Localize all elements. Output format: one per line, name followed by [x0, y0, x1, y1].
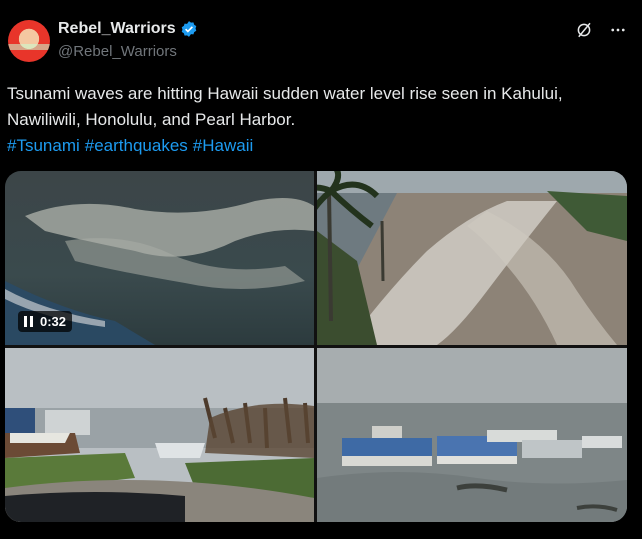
display-name[interactable]: Rebel_Warriors — [58, 20, 176, 38]
verified-badge-icon — [181, 21, 196, 37]
avatar[interactable] — [8, 20, 50, 62]
hashtag-list: #Tsunami #earthquakes #Hawaii — [7, 133, 627, 159]
photo-damaged-harbor[interactable] — [5, 348, 314, 522]
author-name-row: Rebel_Warriors — [58, 20, 198, 38]
tweet-text: Tsunami waves are hitting Hawaii sudden … — [7, 84, 563, 129]
hashtag-link[interactable]: #Hawaii — [193, 136, 253, 155]
more-icon[interactable] — [608, 20, 628, 40]
video-time: 0:32 — [40, 314, 67, 329]
author-handle[interactable]: @Rebel_Warriors — [58, 43, 177, 60]
hashtag-link[interactable]: #earthquakes — [85, 136, 188, 155]
photo-flooded-buildings[interactable] — [317, 348, 627, 522]
photo-flooded-road[interactable] — [317, 171, 627, 345]
video-thumbnail[interactable]: 0:32 — [5, 171, 314, 345]
video-progress-badge[interactable]: 0:32 — [18, 311, 73, 332]
pause-icon[interactable] — [24, 316, 33, 327]
hashtag-link[interactable]: #Tsunami — [7, 136, 80, 155]
grok-icon[interactable] — [574, 20, 594, 40]
media-grid: 0:32 — [5, 171, 627, 522]
tweet-body: Tsunami waves are hitting Hawaii sudden … — [7, 81, 627, 159]
header-actions — [574, 20, 628, 40]
